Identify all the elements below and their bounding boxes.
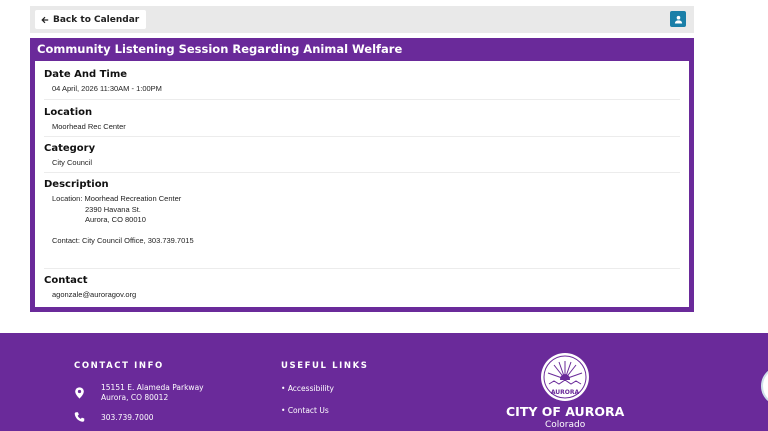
contact-section: Contact agonzale@auroragov.org <box>44 275 680 301</box>
account-button[interactable] <box>670 11 686 27</box>
description-value: Location: Moorhead Recreation Center 239… <box>52 194 680 247</box>
address-text: 15151 E. Alameda Parkway Aurora, CO 8001… <box>101 383 204 403</box>
contact-us-link[interactable]: • Contact Us <box>281 406 329 415</box>
city-seal-logo: AURORA <box>541 353 589 401</box>
description-heading: Description <box>44 179 109 190</box>
phone-number[interactable]: 303.739.7000 <box>101 413 154 423</box>
city-subtitle: Colorado <box>545 420 586 430</box>
phone-row: 303.739.7000 <box>74 411 154 423</box>
description-line: Aurora, CO 80010 <box>85 215 146 224</box>
category-section: Category City Council <box>44 143 680 169</box>
event-card: Community Listening Session Regarding An… <box>30 38 694 312</box>
date-time-heading: Date And Time <box>44 69 128 80</box>
category-heading: Category <box>44 143 96 154</box>
location-section: Location Moorhead Rec Center <box>44 107 680 133</box>
divider <box>44 268 680 269</box>
city-name: CITY OF AURORA <box>506 404 625 419</box>
phone-icon <box>74 412 85 422</box>
event-toolbar: Back to Calendar <box>30 6 694 33</box>
logo-text: AURORA <box>551 389 580 396</box>
date-time-value: 04 April, 2026 11:30AM - 1:00PM <box>52 84 162 93</box>
address-line: Aurora, CO 80012 <box>101 393 169 402</box>
back-to-calendar-label: Back to Calendar <box>53 14 140 25</box>
divider <box>44 172 680 173</box>
accessibility-link[interactable]: • Accessibility <box>281 384 334 393</box>
divider <box>44 99 680 100</box>
description-line: Location: Moorhead Recreation Center <box>52 194 182 203</box>
link-label: Contact Us <box>287 406 329 415</box>
event-title: Community Listening Session Regarding An… <box>37 42 403 56</box>
contact-heading: Contact <box>44 275 88 286</box>
event-details: Date And Time 04 April, 2026 11:30AM - 1… <box>35 61 689 307</box>
address-line: 15151 E. Alameda Parkway <box>101 383 204 392</box>
useful-links-heading: USEFUL LINKS <box>281 361 369 371</box>
link-label: Accessibility <box>287 384 334 393</box>
description-section: Description Location: Moorhead Recreatio… <box>44 179 680 247</box>
back-to-calendar-button[interactable]: Back to Calendar <box>35 10 147 29</box>
description-line: Contact: City Council Office, 303.739.70… <box>52 236 194 245</box>
divider <box>44 136 680 137</box>
location-value: Moorhead Rec Center <box>52 122 126 131</box>
category-value: City Council <box>52 158 93 167</box>
user-icon <box>674 15 682 24</box>
address-row: 15151 E. Alameda Parkway Aurora, CO 8001… <box>74 383 204 402</box>
map-pin-icon <box>75 387 84 399</box>
contact-info-heading: CONTACT INFO <box>74 361 164 371</box>
contact-email: agonzale@auroragov.org <box>52 290 137 299</box>
arrow-left-icon <box>41 16 49 23</box>
location-heading: Location <box>44 107 93 118</box>
site-footer: CONTACT INFO 15151 E. Alameda Parkway Au… <box>0 333 768 431</box>
date-time-section: Date And Time 04 April, 2026 11:30AM - 1… <box>44 69 680 95</box>
description-line: 2390 Havana St. <box>85 204 141 214</box>
